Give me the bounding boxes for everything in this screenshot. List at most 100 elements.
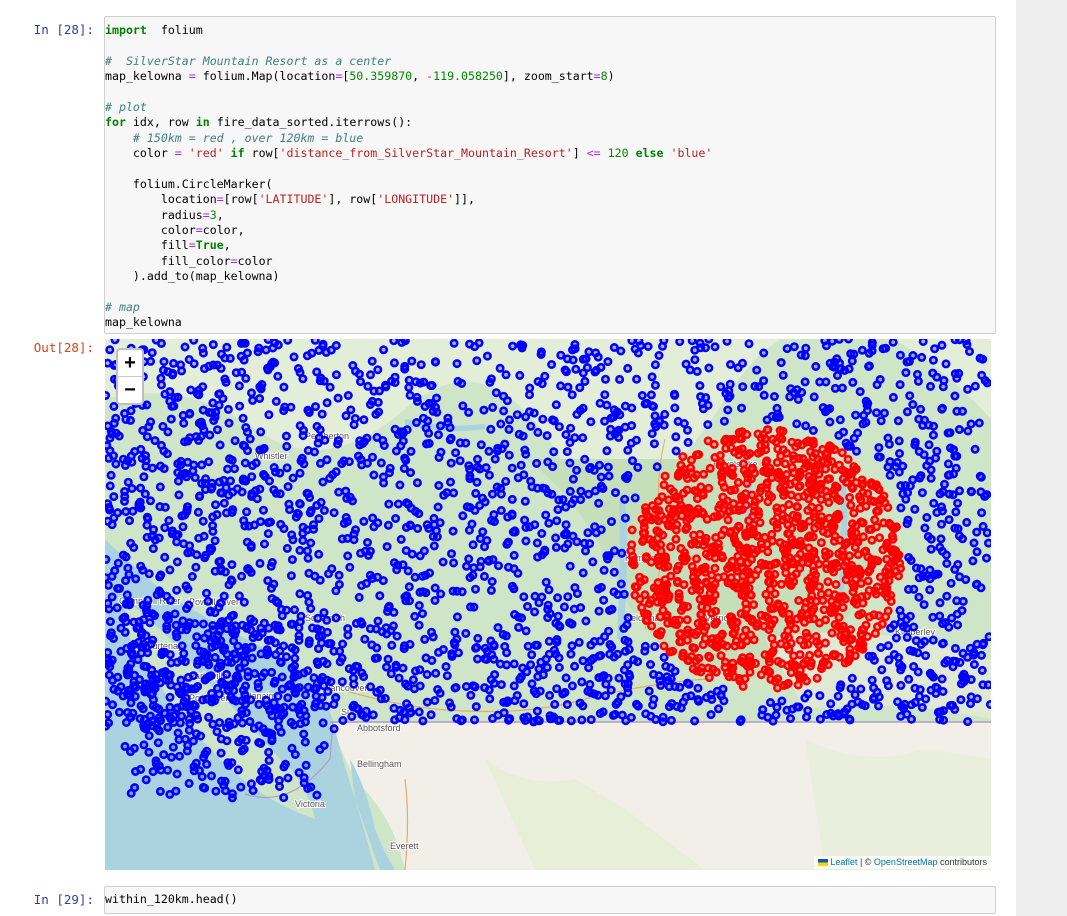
fire-circle-marker[interactable] xyxy=(385,463,395,473)
fire-circle-marker[interactable] xyxy=(619,589,629,599)
fire-circle-marker[interactable] xyxy=(471,488,481,498)
fire-circle-marker[interactable] xyxy=(165,565,175,575)
fire-circle-marker[interactable] xyxy=(851,464,861,474)
fire-circle-marker[interactable] xyxy=(710,563,720,573)
fire-circle-marker[interactable] xyxy=(210,536,220,546)
fire-circle-marker[interactable] xyxy=(448,526,458,536)
fire-circle-marker[interactable] xyxy=(303,546,313,556)
fire-circle-marker[interactable] xyxy=(174,735,184,745)
fire-circle-marker[interactable] xyxy=(667,699,677,709)
fire-circle-marker[interactable] xyxy=(549,447,559,457)
fire-circle-marker[interactable] xyxy=(261,345,271,355)
fire-circle-marker[interactable] xyxy=(105,580,113,590)
fire-circle-marker[interactable] xyxy=(452,634,462,644)
fire-circle-marker[interactable] xyxy=(719,416,729,426)
fire-circle-marker[interactable] xyxy=(450,627,460,637)
fire-circle-marker[interactable] xyxy=(809,392,819,402)
fire-circle-marker[interactable] xyxy=(436,589,446,599)
fire-circle-marker[interactable] xyxy=(681,554,691,564)
fire-circle-marker[interactable] xyxy=(507,494,517,504)
fire-circle-marker[interactable] xyxy=(633,701,643,711)
fire-circle-marker[interactable] xyxy=(556,381,566,391)
fire-circle-marker[interactable] xyxy=(566,423,576,433)
fire-circle-marker[interactable] xyxy=(867,535,877,545)
fire-circle-marker[interactable] xyxy=(756,558,766,568)
fire-circle-marker[interactable] xyxy=(767,619,777,629)
fire-circle-marker[interactable] xyxy=(287,743,297,753)
fire-circle-marker[interactable] xyxy=(323,686,333,696)
fire-circle-marker[interactable] xyxy=(369,470,379,480)
fire-circle-marker[interactable] xyxy=(283,339,293,345)
fire-circle-marker[interactable] xyxy=(241,681,251,691)
fire-circle-marker[interactable] xyxy=(228,487,238,497)
fire-circle-marker[interactable] xyxy=(193,507,203,517)
fire-circle-marker[interactable] xyxy=(761,445,771,455)
fire-circle-marker[interactable] xyxy=(428,406,438,416)
fire-circle-marker[interactable] xyxy=(692,366,702,376)
fire-circle-marker[interactable] xyxy=(331,586,341,596)
fire-circle-marker[interactable] xyxy=(220,776,230,786)
fire-circle-marker[interactable] xyxy=(832,599,842,609)
fire-circle-marker[interactable] xyxy=(655,676,665,686)
fire-circle-marker[interactable] xyxy=(354,369,364,379)
fire-circle-marker[interactable] xyxy=(165,702,175,712)
fire-circle-marker[interactable] xyxy=(808,532,818,542)
fire-circle-marker[interactable] xyxy=(496,489,506,499)
fire-circle-marker[interactable] xyxy=(955,339,964,345)
fire-circle-marker[interactable] xyxy=(353,662,363,672)
fire-circle-marker[interactable] xyxy=(876,416,886,426)
fire-circle-marker[interactable] xyxy=(490,454,500,464)
fire-circle-marker[interactable] xyxy=(266,583,276,593)
fire-circle-marker[interactable] xyxy=(651,714,661,724)
fire-circle-marker[interactable] xyxy=(540,484,550,494)
fire-circle-marker[interactable] xyxy=(722,339,732,346)
fire-circle-marker[interactable] xyxy=(389,358,399,368)
fire-circle-marker[interactable] xyxy=(365,546,375,556)
fire-circle-marker[interactable] xyxy=(941,359,951,369)
fire-circle-marker[interactable] xyxy=(678,488,688,498)
fire-circle-marker[interactable] xyxy=(266,635,276,645)
fire-circle-marker[interactable] xyxy=(204,672,214,682)
fire-circle-marker[interactable] xyxy=(871,522,881,532)
fire-circle-marker[interactable] xyxy=(801,421,811,431)
fire-circle-marker[interactable] xyxy=(407,356,417,366)
fire-circle-marker[interactable] xyxy=(126,406,136,416)
fire-circle-marker[interactable] xyxy=(796,523,806,533)
fire-circle-marker[interactable] xyxy=(640,646,650,656)
fire-circle-marker[interactable] xyxy=(400,364,410,374)
fire-circle-marker[interactable] xyxy=(114,431,124,441)
fire-circle-marker[interactable] xyxy=(702,514,712,524)
fire-circle-marker[interactable] xyxy=(362,433,372,443)
fire-circle-marker[interactable] xyxy=(431,393,441,403)
fire-circle-marker[interactable] xyxy=(311,698,321,708)
fire-circle-marker[interactable] xyxy=(315,744,325,754)
fire-circle-marker[interactable] xyxy=(484,685,494,695)
fire-circle-marker[interactable] xyxy=(221,483,231,493)
fire-circle-marker[interactable] xyxy=(896,481,906,491)
fire-circle-marker[interactable] xyxy=(526,476,536,486)
fire-circle-marker[interactable] xyxy=(867,339,877,347)
fire-circle-marker[interactable] xyxy=(700,562,710,572)
fire-circle-marker[interactable] xyxy=(725,379,735,389)
fire-circle-marker[interactable] xyxy=(331,370,341,380)
fire-circle-marker[interactable] xyxy=(155,786,165,796)
fire-circle-marker[interactable] xyxy=(660,581,670,591)
fire-circle-marker[interactable] xyxy=(109,492,119,502)
fire-circle-marker[interactable] xyxy=(438,644,448,654)
fire-circle-marker[interactable] xyxy=(614,673,624,683)
fire-circle-marker[interactable] xyxy=(446,702,456,712)
fire-circle-marker[interactable] xyxy=(493,443,503,453)
fire-circle-marker[interactable] xyxy=(846,566,856,576)
fire-circle-marker[interactable] xyxy=(804,516,814,526)
fire-circle-marker[interactable] xyxy=(697,399,707,409)
fire-circle-marker[interactable] xyxy=(826,443,836,453)
fire-circle-marker[interactable] xyxy=(671,446,681,456)
fire-circle-marker[interactable] xyxy=(114,707,124,717)
fire-circle-marker[interactable] xyxy=(716,469,726,479)
fire-circle-marker[interactable] xyxy=(333,436,343,446)
fire-circle-marker[interactable] xyxy=(962,339,972,349)
code-cell-28[interactable]: import folium # SilverStar Mountain Resor… xyxy=(104,16,996,334)
fire-circle-marker[interactable] xyxy=(980,375,990,385)
fire-circle-marker[interactable] xyxy=(160,523,170,533)
fire-circle-marker[interactable] xyxy=(478,527,488,537)
